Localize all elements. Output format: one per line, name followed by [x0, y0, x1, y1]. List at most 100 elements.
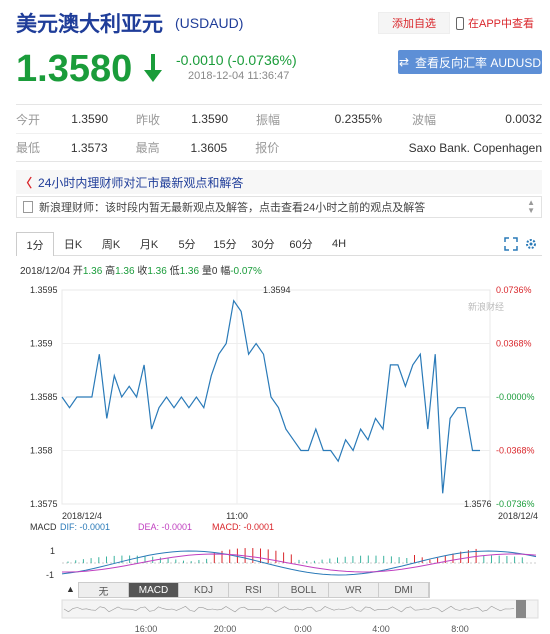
x-tick-label: 11:00	[226, 511, 248, 521]
tab-1min[interactable]: 1分	[16, 232, 54, 256]
ohlc-open: 1.36	[82, 266, 103, 277]
tab-wr[interactable]: WR	[329, 583, 379, 597]
open-in-app-label: 在APP中查看	[468, 18, 535, 30]
macd-tick: 1	[50, 546, 55, 556]
tab-weekly[interactable]: 周K	[92, 233, 130, 255]
y-tick-label: -0.0368%	[496, 446, 535, 456]
stat-value: 0.2355%	[334, 112, 382, 126]
tab-30min[interactable]: 30分	[244, 233, 282, 255]
tab-monthly[interactable]: 月K	[130, 233, 168, 255]
timeline-tick-label: 20:00	[214, 624, 237, 634]
tab-none[interactable]: 无	[79, 583, 129, 598]
tab-kdj[interactable]: KDJ	[179, 583, 229, 597]
y-tick-label: 1.3595	[30, 285, 58, 295]
y-tick-label: 0.0736%	[496, 285, 532, 295]
ohlc-close: 1.36	[147, 266, 167, 277]
ohlc-readout: 2018/12/04 开1.36 高1.36 收1.36 低1.36 量0 幅-…	[20, 262, 262, 277]
stat-value: 1.3590	[71, 112, 108, 126]
stat-value: 1.3605	[190, 140, 228, 155]
doc-icon	[23, 201, 33, 213]
y-tick-label: -0.0736%	[496, 499, 535, 509]
ohlc-low: 1.36	[179, 266, 200, 277]
y-tick-label: 0.0368%	[496, 339, 532, 349]
swap-icon: ⇄	[398, 55, 410, 69]
open-in-app-button[interactable]: 在APP中查看	[456, 12, 534, 34]
tab-15min[interactable]: 15分	[206, 233, 244, 255]
arrow-down-icon	[144, 54, 162, 82]
ohlc-low-label: 低	[169, 266, 180, 277]
ohlc-date: 2018/12/04	[20, 266, 71, 277]
news-header-label: 24小时内理财师对汇市最新观点和解答	[38, 175, 244, 190]
tab-5min[interactable]: 5分	[168, 233, 206, 255]
timeline-ticks: 16:00 20:00 0:00 4:00 8:00	[135, 624, 469, 634]
tab-60min[interactable]: 60分	[282, 233, 320, 255]
tab-macd[interactable]: MACD	[129, 583, 179, 597]
stat-label: 昨收	[136, 112, 161, 127]
ohlc-open-label: 开	[72, 266, 83, 277]
indicator-tabs: 无 MACD KDJ RSI BOLL WR DMI	[78, 582, 430, 598]
news-item[interactable]: 新浪理财师：该时段内暂无最新观点及解答，点击查看24小时之前的观点及解答 ▲ ▼	[16, 196, 542, 218]
quote-timestamp: 2018-12-04 11:36:47	[188, 70, 290, 82]
y-tick-label: 1.358	[30, 446, 53, 456]
stats-row: 今开 1.3590 昨收 1.3590 振幅 0.2355% 波幅 0.0032	[16, 105, 542, 133]
stat-value: Saxo Bank. Copenhagen	[408, 140, 542, 155]
y-tick-label: 1.3575	[30, 499, 58, 509]
y-tick-label: -0.0000%	[496, 392, 535, 402]
macd-panel	[61, 548, 538, 576]
navigator-handle[interactable]	[516, 600, 526, 618]
timeline-tick-label: 0:00	[294, 624, 312, 634]
stat-value: 1.3573	[70, 140, 108, 155]
current-price: 1.3580	[16, 48, 133, 90]
macd-dif: DIF: -0.0001	[60, 522, 110, 532]
min-label: 1.3576	[464, 499, 492, 509]
chart-grid	[61, 289, 491, 505]
macd-tick: -1	[46, 570, 54, 580]
stat-label: 今开	[16, 112, 41, 127]
reverse-rate-button[interactable]: ⇄ 查看反向汇率 AUDUSD	[398, 50, 542, 74]
tab-rsi[interactable]: RSI	[229, 583, 279, 597]
stat-label: 最高	[135, 141, 160, 155]
watermark: 新浪财经	[468, 301, 504, 312]
ohlc-vol: 0	[211, 266, 218, 277]
timeline-tick-label: 8:00	[451, 624, 469, 634]
y-axis-left: 1.3595 1.359 1.3585 1.358 1.3575	[30, 285, 58, 509]
scroll-left-icon[interactable]: ▲	[66, 584, 75, 594]
stats-table: 今开 1.3590 昨收 1.3590 振幅 0.2355% 波幅 0.0032…	[16, 104, 542, 162]
stat-label: 最低	[16, 141, 41, 155]
timeline-tick-label: 4:00	[372, 624, 390, 634]
macd-value: MACD: -0.0001	[212, 522, 274, 532]
chevron-icon: 〈	[20, 175, 33, 190]
phone-icon	[456, 16, 464, 30]
tab-boll[interactable]: BOLL	[279, 583, 329, 597]
reverse-rate-label: 查看反向汇率 AUDUSD	[415, 55, 542, 70]
price-change: -0.0010 (-0.0736%)	[176, 52, 297, 68]
scroll-arrows-icon[interactable]: ▲ ▼	[527, 199, 535, 215]
stat-label: 振幅	[256, 112, 281, 127]
macd-dea: DEA: -0.0001	[138, 522, 192, 532]
add-favorite-button[interactable]: 添加自选	[378, 12, 450, 34]
tab-4h[interactable]: 4H	[320, 233, 358, 255]
y-tick-label: 1.359	[30, 339, 53, 349]
max-label: 1.3594	[263, 285, 291, 295]
page-title: 美元澳大利亚元	[16, 13, 163, 36]
y-axis-right: 0.0736% 0.0368% -0.0000% -0.0368% -0.0736%	[496, 285, 535, 509]
x-axis: 2018/12/4 11:00 2018/12/4	[62, 511, 538, 521]
ohlc-high: 1.36	[115, 266, 135, 277]
price-chart[interactable]: 新浪财经 1.3595 1.359 1.3585 1.358 1.3575 0.0736…	[0, 278, 550, 634]
fullscreen-icon[interactable]	[504, 237, 518, 251]
stat-label: 报价	[255, 141, 280, 155]
macd-label: MACD	[30, 522, 57, 532]
ohlc-amp: -0.07%	[230, 266, 262, 277]
tab-dmi[interactable]: DMI	[379, 583, 429, 597]
y-tick-label: 1.3585	[30, 392, 58, 402]
x-tick-label: 2018/12/4	[62, 511, 102, 521]
ohlc-close-label: 收	[137, 266, 148, 277]
stat-value: 0.0032	[505, 112, 542, 126]
settings-icon[interactable]	[524, 237, 538, 251]
news-header[interactable]: 〈 24小时内理财师对汇市最新观点和解答	[16, 170, 542, 194]
stat-label: 波幅	[412, 112, 437, 127]
stats-row: 最低 1.3573 最高 1.3605 报价 Saxo Bank. Copenh…	[16, 133, 542, 161]
news-item-text: 新浪理财师：该时段内暂无最新观点及解答，点击查看24小时之前的观点及解答	[39, 202, 426, 214]
tab-daily[interactable]: 日K	[54, 233, 92, 255]
period-tabs: 1分 日K 周K 月K 5分 15分 30分 60分 4H	[16, 232, 542, 256]
